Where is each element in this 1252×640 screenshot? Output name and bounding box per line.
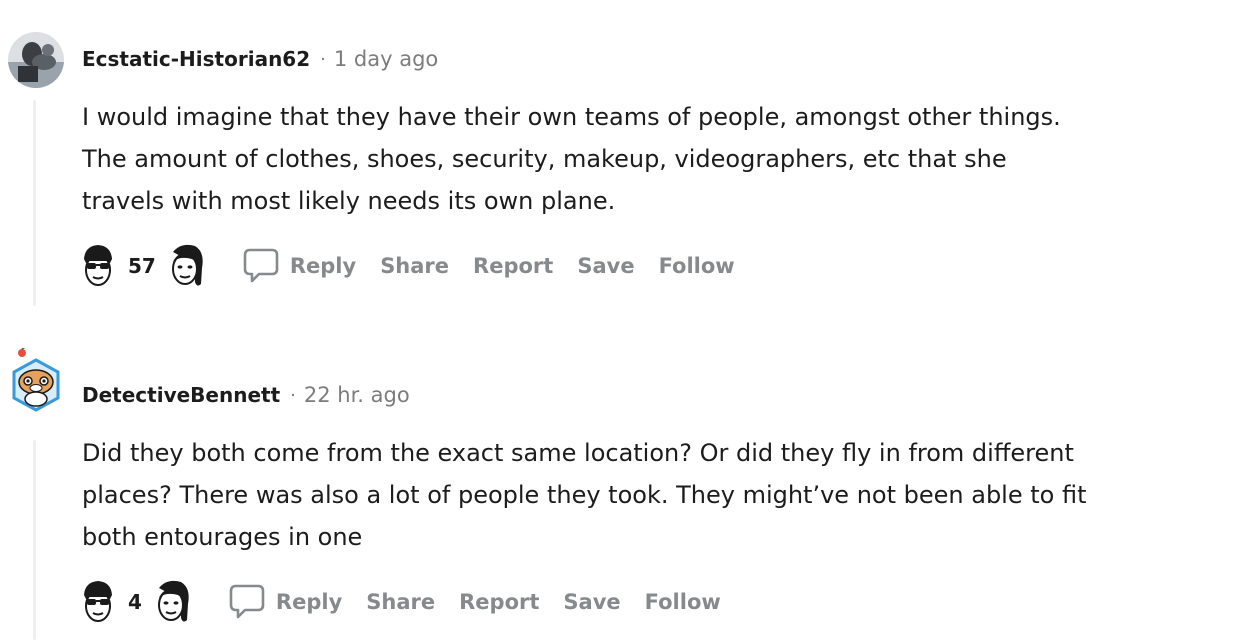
follow-button[interactable]: Follow (645, 590, 721, 614)
comment-actions: 4 Reply Share Report Save Follow (78, 576, 745, 628)
comment-line: Did they both come from the exact same l… (82, 439, 1074, 467)
thread-line[interactable] (33, 440, 36, 640)
upvote-button[interactable] (78, 578, 118, 626)
comment-bubble-icon (242, 246, 280, 286)
face-downvote-icon (157, 580, 189, 622)
timestamp[interactable]: 1 day ago (334, 47, 438, 71)
comment-meta: DetectiveBennett · 22 hr. ago (82, 383, 410, 407)
user-photo-avatar[interactable] (8, 32, 64, 88)
report-button[interactable]: Report (459, 590, 539, 614)
comment-line: I would imagine that they have their own… (82, 103, 1061, 131)
comment-line: The amount of clothes, shoes, security, … (82, 145, 1007, 173)
face-downvote-icon (171, 244, 203, 286)
comment-bubble-icon (228, 582, 266, 622)
reply-label: Reply (275, 590, 343, 614)
comment: DetectiveBennett · 22 hr. ago Did they b… (0, 336, 1252, 640)
follow-button[interactable]: Follow (659, 254, 735, 278)
downvote-button[interactable] (152, 578, 192, 626)
hamster-snoo-avatar[interactable] (8, 348, 64, 412)
upvote-button[interactable] (78, 242, 118, 290)
reply-button[interactable]: Reply (242, 246, 356, 286)
save-button[interactable]: Save (577, 254, 634, 278)
reply-button[interactable]: Reply (228, 582, 342, 622)
comment-body: Did they both come from the exact same l… (82, 432, 1212, 558)
face-glasses-upvote-icon (84, 245, 112, 286)
meta-separator: · (290, 384, 296, 406)
timestamp[interactable]: 22 hr. ago (304, 383, 410, 407)
comment-meta: Ecstatic-Historian62 · 1 day ago (82, 47, 438, 71)
comment-line: both entourages in one (82, 523, 363, 551)
comment-actions: 57 Reply Share Report Save Follow (78, 240, 759, 292)
username[interactable]: DetectiveBennett (82, 383, 280, 407)
comment-body: I would imagine that they have their own… (82, 96, 1212, 222)
share-button[interactable]: Share (380, 254, 449, 278)
comment-line: travels with most likely needs its own p… (82, 187, 616, 215)
comment: Ecstatic-Historian62 · 1 day ago I would… (0, 0, 1252, 320)
vote-score: 4 (128, 590, 142, 614)
username[interactable]: Ecstatic-Historian62 (82, 47, 310, 71)
share-button[interactable]: Share (366, 590, 435, 614)
face-glasses-upvote-icon (84, 581, 112, 622)
report-button[interactable]: Report (473, 254, 553, 278)
meta-separator: · (320, 48, 326, 70)
save-button[interactable]: Save (563, 590, 620, 614)
thread-line[interactable] (33, 100, 36, 306)
comment-line: places? There was also a lot of people t… (82, 481, 1087, 509)
downvote-button[interactable] (166, 242, 206, 290)
vote-score: 57 (128, 254, 156, 278)
reply-label: Reply (289, 254, 357, 278)
